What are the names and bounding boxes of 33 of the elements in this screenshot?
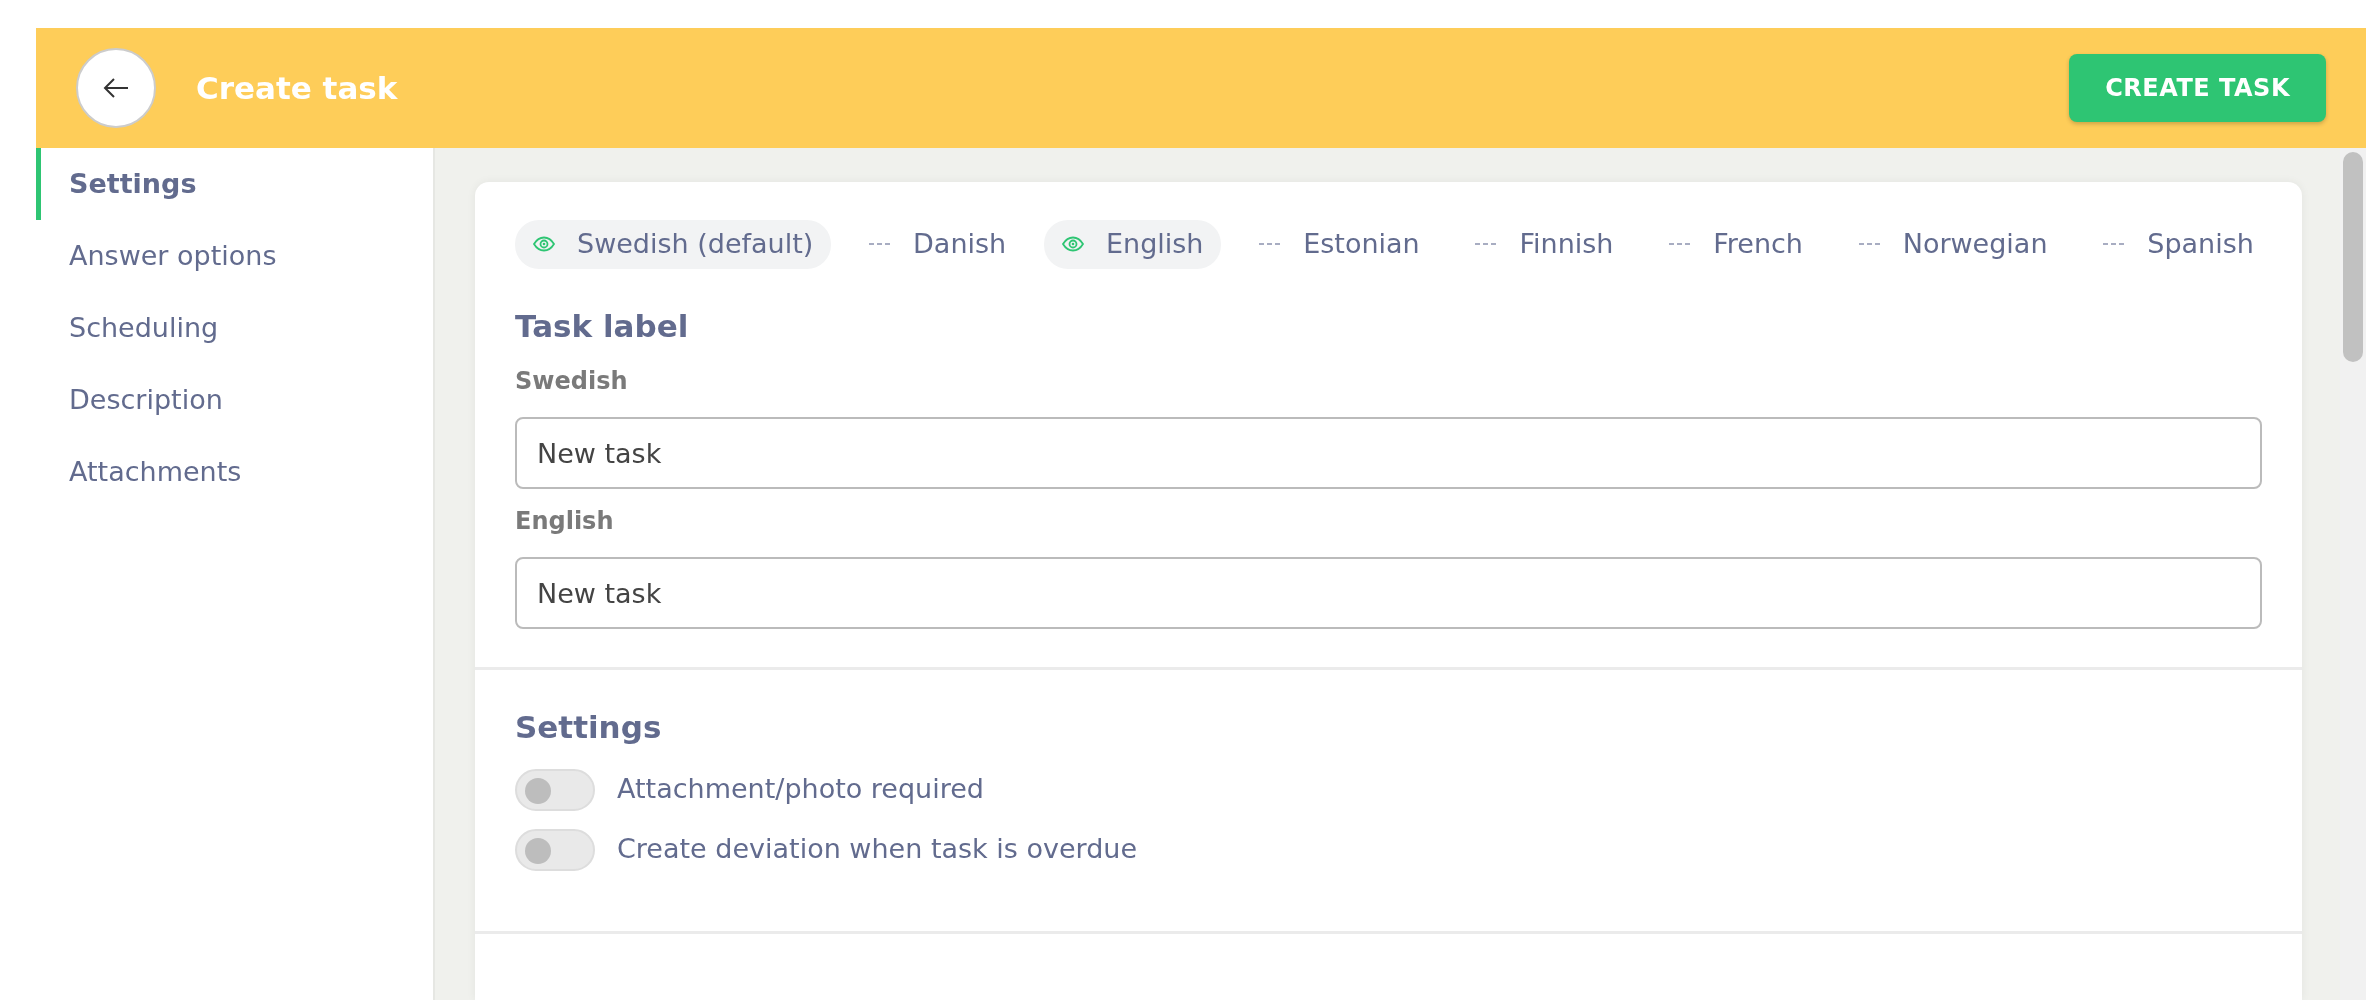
- field-label: English: [515, 506, 615, 537]
- sidebar-item[interactable]: Answer options: [36, 220, 433, 292]
- sidebar-item[interactable]: Scheduling: [36, 292, 433, 364]
- eye-icon: [1061, 236, 1084, 253]
- toggle-label: Create deviation when task is overdue: [617, 832, 1138, 867]
- back-arrow-icon: [103, 77, 129, 99]
- sidebar-item[interactable]: Attachments: [36, 436, 433, 508]
- language-tab[interactable]: Estonian: [1241, 220, 1438, 269]
- language-tab[interactable]: English: [1043, 220, 1222, 269]
- section-heading: Settings: [515, 708, 663, 747]
- hidden-dashes-icon: [869, 242, 892, 247]
- language-tab[interactable]: Danish: [851, 220, 1025, 269]
- language-tab[interactable]: Swedish (default): [515, 220, 832, 269]
- eye-icon: [533, 236, 555, 253]
- hidden-dashes-icon: [1669, 242, 1692, 247]
- sidebar-item[interactable]: Description: [36, 364, 433, 436]
- language-tab[interactable]: Norwegian: [1840, 220, 2066, 269]
- toggle-label: Attachment/photo required: [617, 772, 984, 807]
- text-field[interactable]: New task: [515, 417, 2262, 489]
- language-tab[interactable]: Finnish: [1457, 220, 1632, 269]
- toggle-switch[interactable]: [515, 768, 595, 811]
- language-tab[interactable]: Spanish: [2085, 220, 2272, 269]
- hidden-dashes-icon: [1858, 242, 1881, 247]
- hidden-dashes-icon: [1259, 242, 1282, 247]
- section-heading: Task label: [515, 306, 690, 346]
- text-field[interactable]: New task: [515, 557, 2262, 629]
- scrollbar[interactable]: [2340, 148, 2366, 1000]
- hidden-dashes-icon: [1475, 242, 1498, 247]
- language-tab[interactable]: French: [1651, 220, 1821, 269]
- field-label: Swedish: [515, 366, 629, 397]
- toggle-switch[interactable]: [515, 828, 595, 871]
- hidden-dashes-icon: [2103, 242, 2126, 247]
- page-title: Create task: [196, 68, 398, 108]
